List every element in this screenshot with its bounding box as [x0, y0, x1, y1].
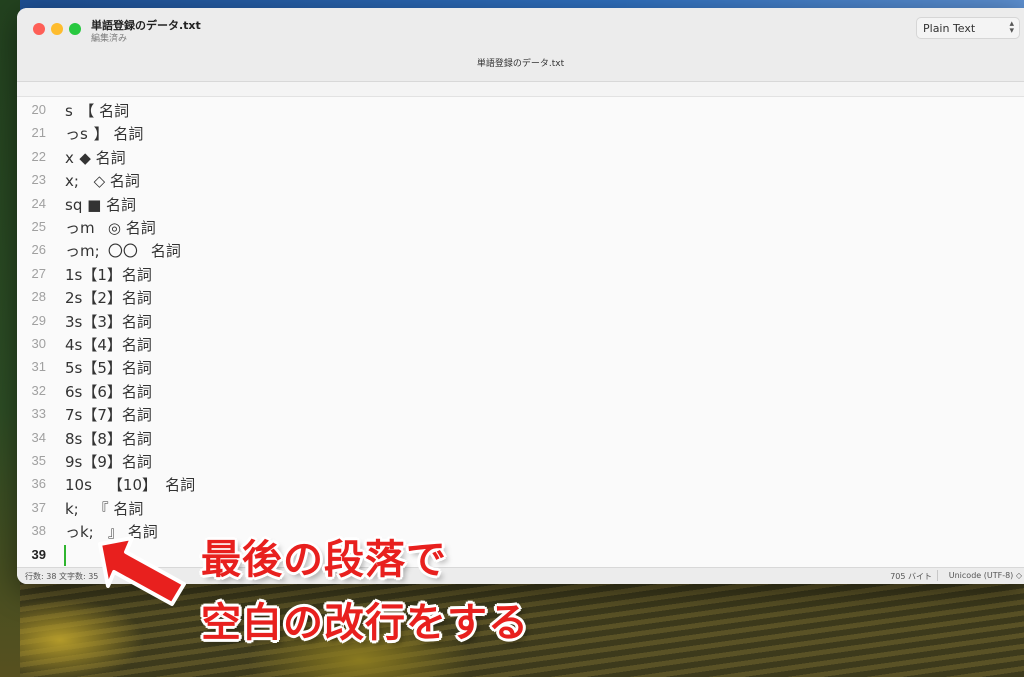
line-text: 9s【9】名詞 [65, 453, 152, 471]
format-select[interactable]: Plain Text ▴ ▾ [916, 17, 1020, 39]
editor-line[interactable]: 37 k; 『 名詞 [17, 497, 1024, 520]
line-text: 4s【4】名詞 [65, 336, 152, 354]
line-text: 10s 【10】 名詞 [65, 476, 196, 495]
line-number: 31 [31, 359, 46, 375]
line-text: っm ◎ 名詞 [65, 219, 156, 237]
line-text: x ◆ 名詞 [65, 148, 126, 167]
editor-line[interactable]: 20 s 【 名詞 [17, 99, 1024, 122]
line-number: 20 [31, 102, 46, 117]
document-status: 編集済み [91, 34, 128, 44]
line-number: 24 [31, 195, 46, 211]
zoom-window-button[interactable] [69, 23, 81, 35]
line-text: 5s【5】名詞 [65, 359, 152, 378]
annotation-line-2: 空白の改行をする [201, 600, 529, 646]
editor-line[interactable]: 23 x; ◇ 名詞 [17, 169, 1024, 192]
line-text: s 【 名詞 [65, 102, 130, 120]
byte-count: 705 バイト [890, 572, 932, 581]
close-window-button[interactable] [33, 23, 45, 35]
line-text: 2s【2】名詞 [65, 289, 152, 308]
editor-line[interactable]: 21 っs 】 名詞 [17, 122, 1024, 145]
editor-line[interactable]: 34 8s【8】名詞 [17, 427, 1024, 450]
format-select-value: Plain Text [923, 22, 976, 35]
tab-document[interactable]: 単語登録のデータ.txt [17, 56, 1024, 69]
encoding-select[interactable]: Unicode (UTF-8) ◇ [949, 571, 1022, 580]
editor-line[interactable]: 33 7s【7】名詞 [17, 403, 1024, 426]
line-number: 38 [31, 523, 46, 539]
line-number: 34 [31, 429, 46, 445]
text-caret [64, 544, 66, 566]
line-number: 29 [31, 312, 46, 328]
line-number: 33 [31, 406, 46, 422]
editor-line[interactable]: 24 sq ■ 名詞 [17, 193, 1024, 216]
line-char-count: 行数: 38 文字数: 35 [25, 572, 99, 581]
line-text: 3s【3】名詞 [65, 312, 152, 331]
textedit-window: 単語登録のデータ.txt 編集済み Plain Text ▴ ▾ 単語登録のデータ… [17, 8, 1024, 584]
tab-bar: 単語登録のデータ.txt [17, 48, 1024, 82]
line-number: 23 [31, 172, 46, 188]
line-number: 36 [31, 476, 46, 492]
line-text: っm; 〇〇 名詞 [65, 242, 181, 261]
editor-line[interactable]: 25 っm ◎ 名詞 [17, 216, 1024, 239]
line-text: 7s【7】名詞 [65, 406, 152, 425]
ruler [17, 82, 1024, 97]
line-text: 6s【6】名詞 [65, 382, 152, 401]
title-bar: 単語登録のデータ.txt 編集済み Plain Text ▴ ▾ [17, 8, 1024, 48]
editor-line[interactable]: 30 4s【4】名詞 [17, 333, 1024, 356]
editor-line[interactable]: 32 6s【6】名詞 [17, 380, 1024, 403]
line-text: x; ◇ 名詞 [65, 172, 140, 191]
editor-line[interactable]: 22 x ◆ 名詞 [17, 146, 1024, 169]
editor-line[interactable]: 35 9s【9】名詞 [17, 450, 1024, 473]
status-divider [937, 570, 938, 581]
editor-line[interactable]: 29 3s【3】名詞 [17, 310, 1024, 333]
line-text: sq ■ 名詞 [65, 195, 137, 214]
line-number: 25 [31, 219, 46, 234]
line-text: っs 】 名詞 [65, 125, 144, 144]
line-number: 28 [31, 289, 46, 305]
line-number: 22 [31, 148, 46, 164]
editor-line[interactable]: 26 っm; 〇〇 名詞 [17, 239, 1024, 262]
editor-line[interactable]: 31 5s【5】名詞 [17, 356, 1024, 379]
line-text: 8s【8】名詞 [65, 429, 152, 448]
line-number: 39 [31, 546, 46, 562]
line-number: 30 [31, 336, 46, 351]
editor-line[interactable]: 36 10s 【10】 名詞 [17, 473, 1024, 496]
line-number: 26 [31, 242, 46, 258]
text-editor[interactable]: 20 s 【 名詞 21 っs 】 名詞 22 x ◆ 名詞 23 x; ◇ 名詞 24 sq ■… [17, 97, 1024, 568]
line-number: 37 [31, 499, 46, 515]
minimize-window-button[interactable] [51, 23, 63, 35]
chevron-updown-icon: ▴ ▾ [1009, 19, 1014, 36]
line-number: 32 [31, 382, 46, 398]
annotation-line-1: 最後の段落で [201, 537, 447, 583]
line-text: k; 『 名詞 [65, 499, 144, 518]
line-text: 1s【1】名詞 [65, 265, 152, 284]
annotation-arrow-icon [98, 536, 186, 606]
line-number: 35 [31, 453, 46, 468]
editor-line[interactable]: 27 1s【1】名詞 [17, 263, 1024, 286]
line-number: 21 [31, 125, 46, 141]
editor-line[interactable]: 28 2s【2】名詞 [17, 286, 1024, 309]
line-number: 27 [31, 265, 46, 281]
